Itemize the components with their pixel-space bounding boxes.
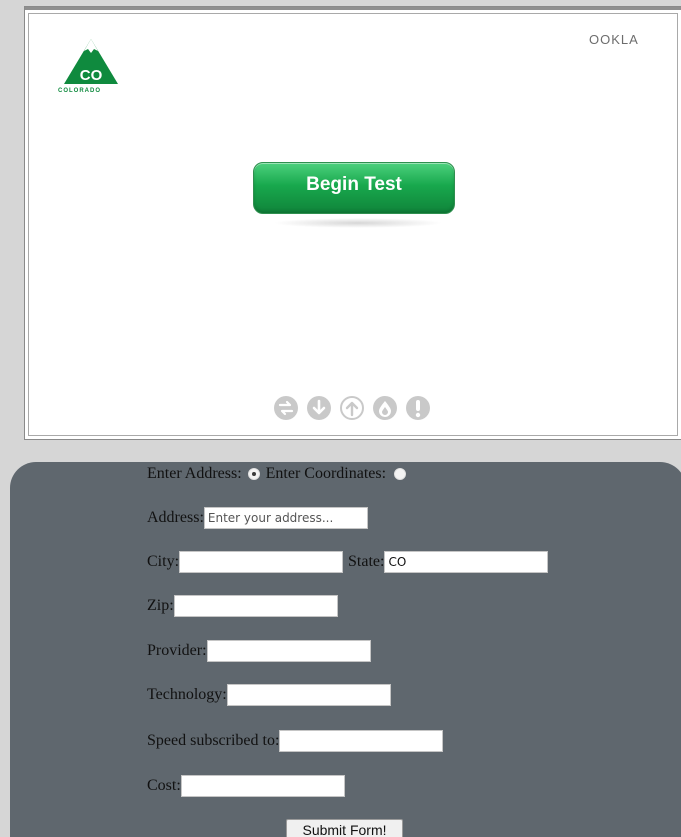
begin-test-area: Begin Test (253, 162, 455, 228)
report-form: Enter Address: Enter Coordinates: Addres… (10, 462, 681, 837)
state-input[interactable] (384, 551, 549, 573)
zip-input[interactable] (173, 595, 338, 617)
provider-label: Provider: (147, 642, 207, 659)
speedtest-frame: CO COLORADO OOKLA Begin Test (28, 13, 678, 436)
enter-address-radio[interactable] (247, 468, 260, 480)
input-mode-row: Enter Address: Enter Coordinates: (147, 465, 412, 483)
begin-test-button[interactable]: Begin Test (253, 162, 455, 214)
logo-text: COLORADO (58, 88, 101, 94)
download-icon (307, 396, 331, 420)
status-icons (273, 395, 431, 421)
provider-input[interactable] (206, 640, 371, 662)
speed-row: Speed subscribed to: (147, 730, 444, 752)
begin-button-shadow (273, 218, 443, 228)
technology-row: Technology: (147, 684, 391, 706)
speed-label: Speed subscribed to: (147, 732, 280, 749)
colorado-triangle-icon: CO (64, 39, 118, 84)
cost-row: Cost: (147, 775, 345, 797)
cost-label: Cost: (147, 777, 181, 794)
city-input[interactable] (179, 551, 344, 573)
address-input[interactable] (203, 507, 368, 529)
enter-address-label: Enter Address: (147, 465, 242, 482)
technology-label: Technology: (147, 686, 227, 703)
latency-icon (274, 396, 298, 420)
city-state-row: City: State: (147, 551, 549, 573)
cost-input[interactable] (180, 775, 345, 797)
zip-row: Zip: (147, 595, 338, 617)
speed-input[interactable] (279, 730, 444, 752)
alert-icon (406, 396, 430, 420)
speedtest-widget: CO COLORADO OOKLA Begin Test (24, 6, 681, 440)
enter-coordinates-label: Enter Coordinates: (265, 465, 387, 482)
logo-abbrev: CO (80, 67, 103, 84)
address-row: Address: (147, 507, 368, 529)
technology-input[interactable] (226, 684, 391, 706)
provider-row: Provider: (147, 640, 371, 662)
enter-coordinates-radio[interactable] (394, 468, 407, 480)
jitter-icon (373, 396, 397, 420)
colorado-logo: CO COLORADO (58, 36, 130, 106)
upload-icon (340, 396, 364, 420)
address-label: Address: (147, 509, 204, 526)
submit-form-button[interactable]: Submit Form! (286, 819, 403, 837)
zip-label: Zip: (147, 597, 174, 614)
city-label: City: (147, 553, 180, 570)
ookla-logo: OOKLA (589, 32, 639, 47)
state-label: State: (348, 553, 385, 570)
